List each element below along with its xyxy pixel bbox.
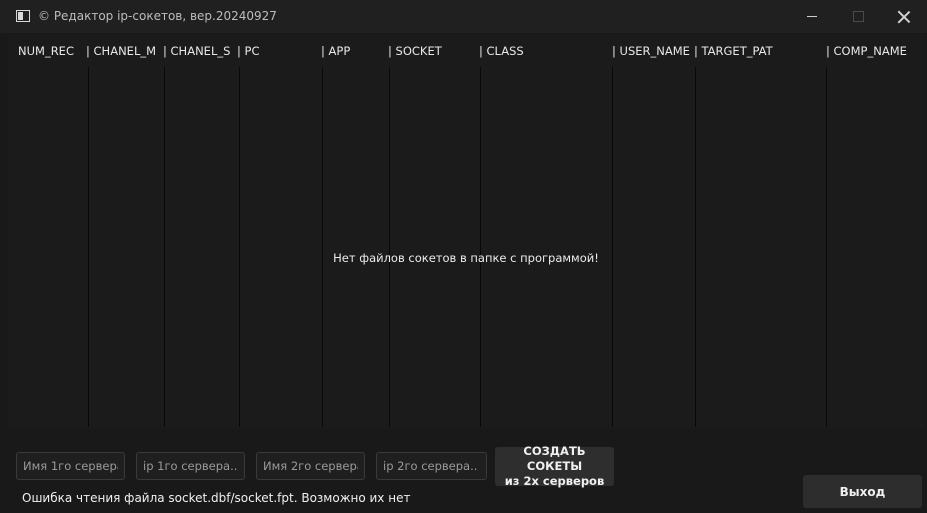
column-separator[interactable] bbox=[389, 67, 390, 427]
column-header-chanel-m[interactable]: | CHANEL_M bbox=[86, 44, 156, 58]
minimize-button[interactable] bbox=[789, 0, 835, 33]
column-header-socket[interactable]: | SOCKET bbox=[388, 44, 442, 58]
column-separator[interactable] bbox=[480, 67, 481, 427]
server2-name-input[interactable] bbox=[256, 452, 365, 480]
close-button[interactable] bbox=[881, 0, 927, 33]
column-header-user-name[interactable]: | USER_NAME bbox=[612, 44, 690, 58]
server2-ip-input[interactable] bbox=[376, 452, 487, 480]
column-separator[interactable] bbox=[612, 67, 613, 427]
app-window-icon bbox=[16, 10, 30, 22]
minimize-icon bbox=[807, 16, 817, 17]
empty-table-message: Нет файлов сокетов в папке с программой! bbox=[333, 251, 599, 265]
column-header-comp-name[interactable]: | COMP_NAME bbox=[826, 44, 907, 58]
server1-ip-input[interactable] bbox=[136, 452, 245, 480]
maximize-button[interactable] bbox=[835, 0, 881, 33]
server1-name-input[interactable] bbox=[16, 452, 125, 480]
column-separator[interactable] bbox=[826, 67, 827, 427]
status-message: Ошибка чтения файла socket.dbf/socket.fp… bbox=[22, 491, 411, 505]
create-sockets-button[interactable]: СОЗДАТЬ СОКЕТЫ из 2х серверов bbox=[495, 444, 614, 488]
column-header-app[interactable]: | APP bbox=[321, 44, 350, 58]
window-title: © Редактор ip-сокетов, вер.20240927 bbox=[38, 9, 277, 23]
column-separator[interactable] bbox=[88, 67, 89, 427]
sockets-table[interactable]: NUM_REC | CHANEL_M | CHANEL_S | PC | APP… bbox=[8, 34, 924, 429]
column-header-pc[interactable]: | PC bbox=[237, 44, 260, 58]
app-window: © Редактор ip-сокетов, вер.20240927 NUM_… bbox=[0, 0, 927, 513]
exit-button[interactable]: Выход bbox=[803, 475, 922, 508]
maximize-icon bbox=[852, 11, 864, 22]
column-header-num-rec[interactable]: NUM_REC bbox=[18, 44, 74, 58]
title-bar[interactable]: © Редактор ip-сокетов, вер.20240927 bbox=[0, 0, 927, 33]
create-sockets-button-line2: из 2х серверов bbox=[504, 474, 605, 488]
close-icon bbox=[898, 11, 910, 23]
create-sockets-button-line1: СОЗДАТЬ СОКЕТЫ bbox=[523, 444, 586, 473]
column-header-class[interactable]: | CLASS bbox=[479, 44, 524, 58]
column-separator[interactable] bbox=[164, 67, 165, 427]
column-header-chanel-s[interactable]: | CHANEL_S bbox=[163, 44, 230, 58]
column-header-target-pat[interactable]: | TARGET_PAT bbox=[694, 44, 773, 58]
column-separator[interactable] bbox=[322, 67, 323, 427]
column-separator[interactable] bbox=[695, 67, 696, 427]
column-separator[interactable] bbox=[239, 67, 240, 427]
